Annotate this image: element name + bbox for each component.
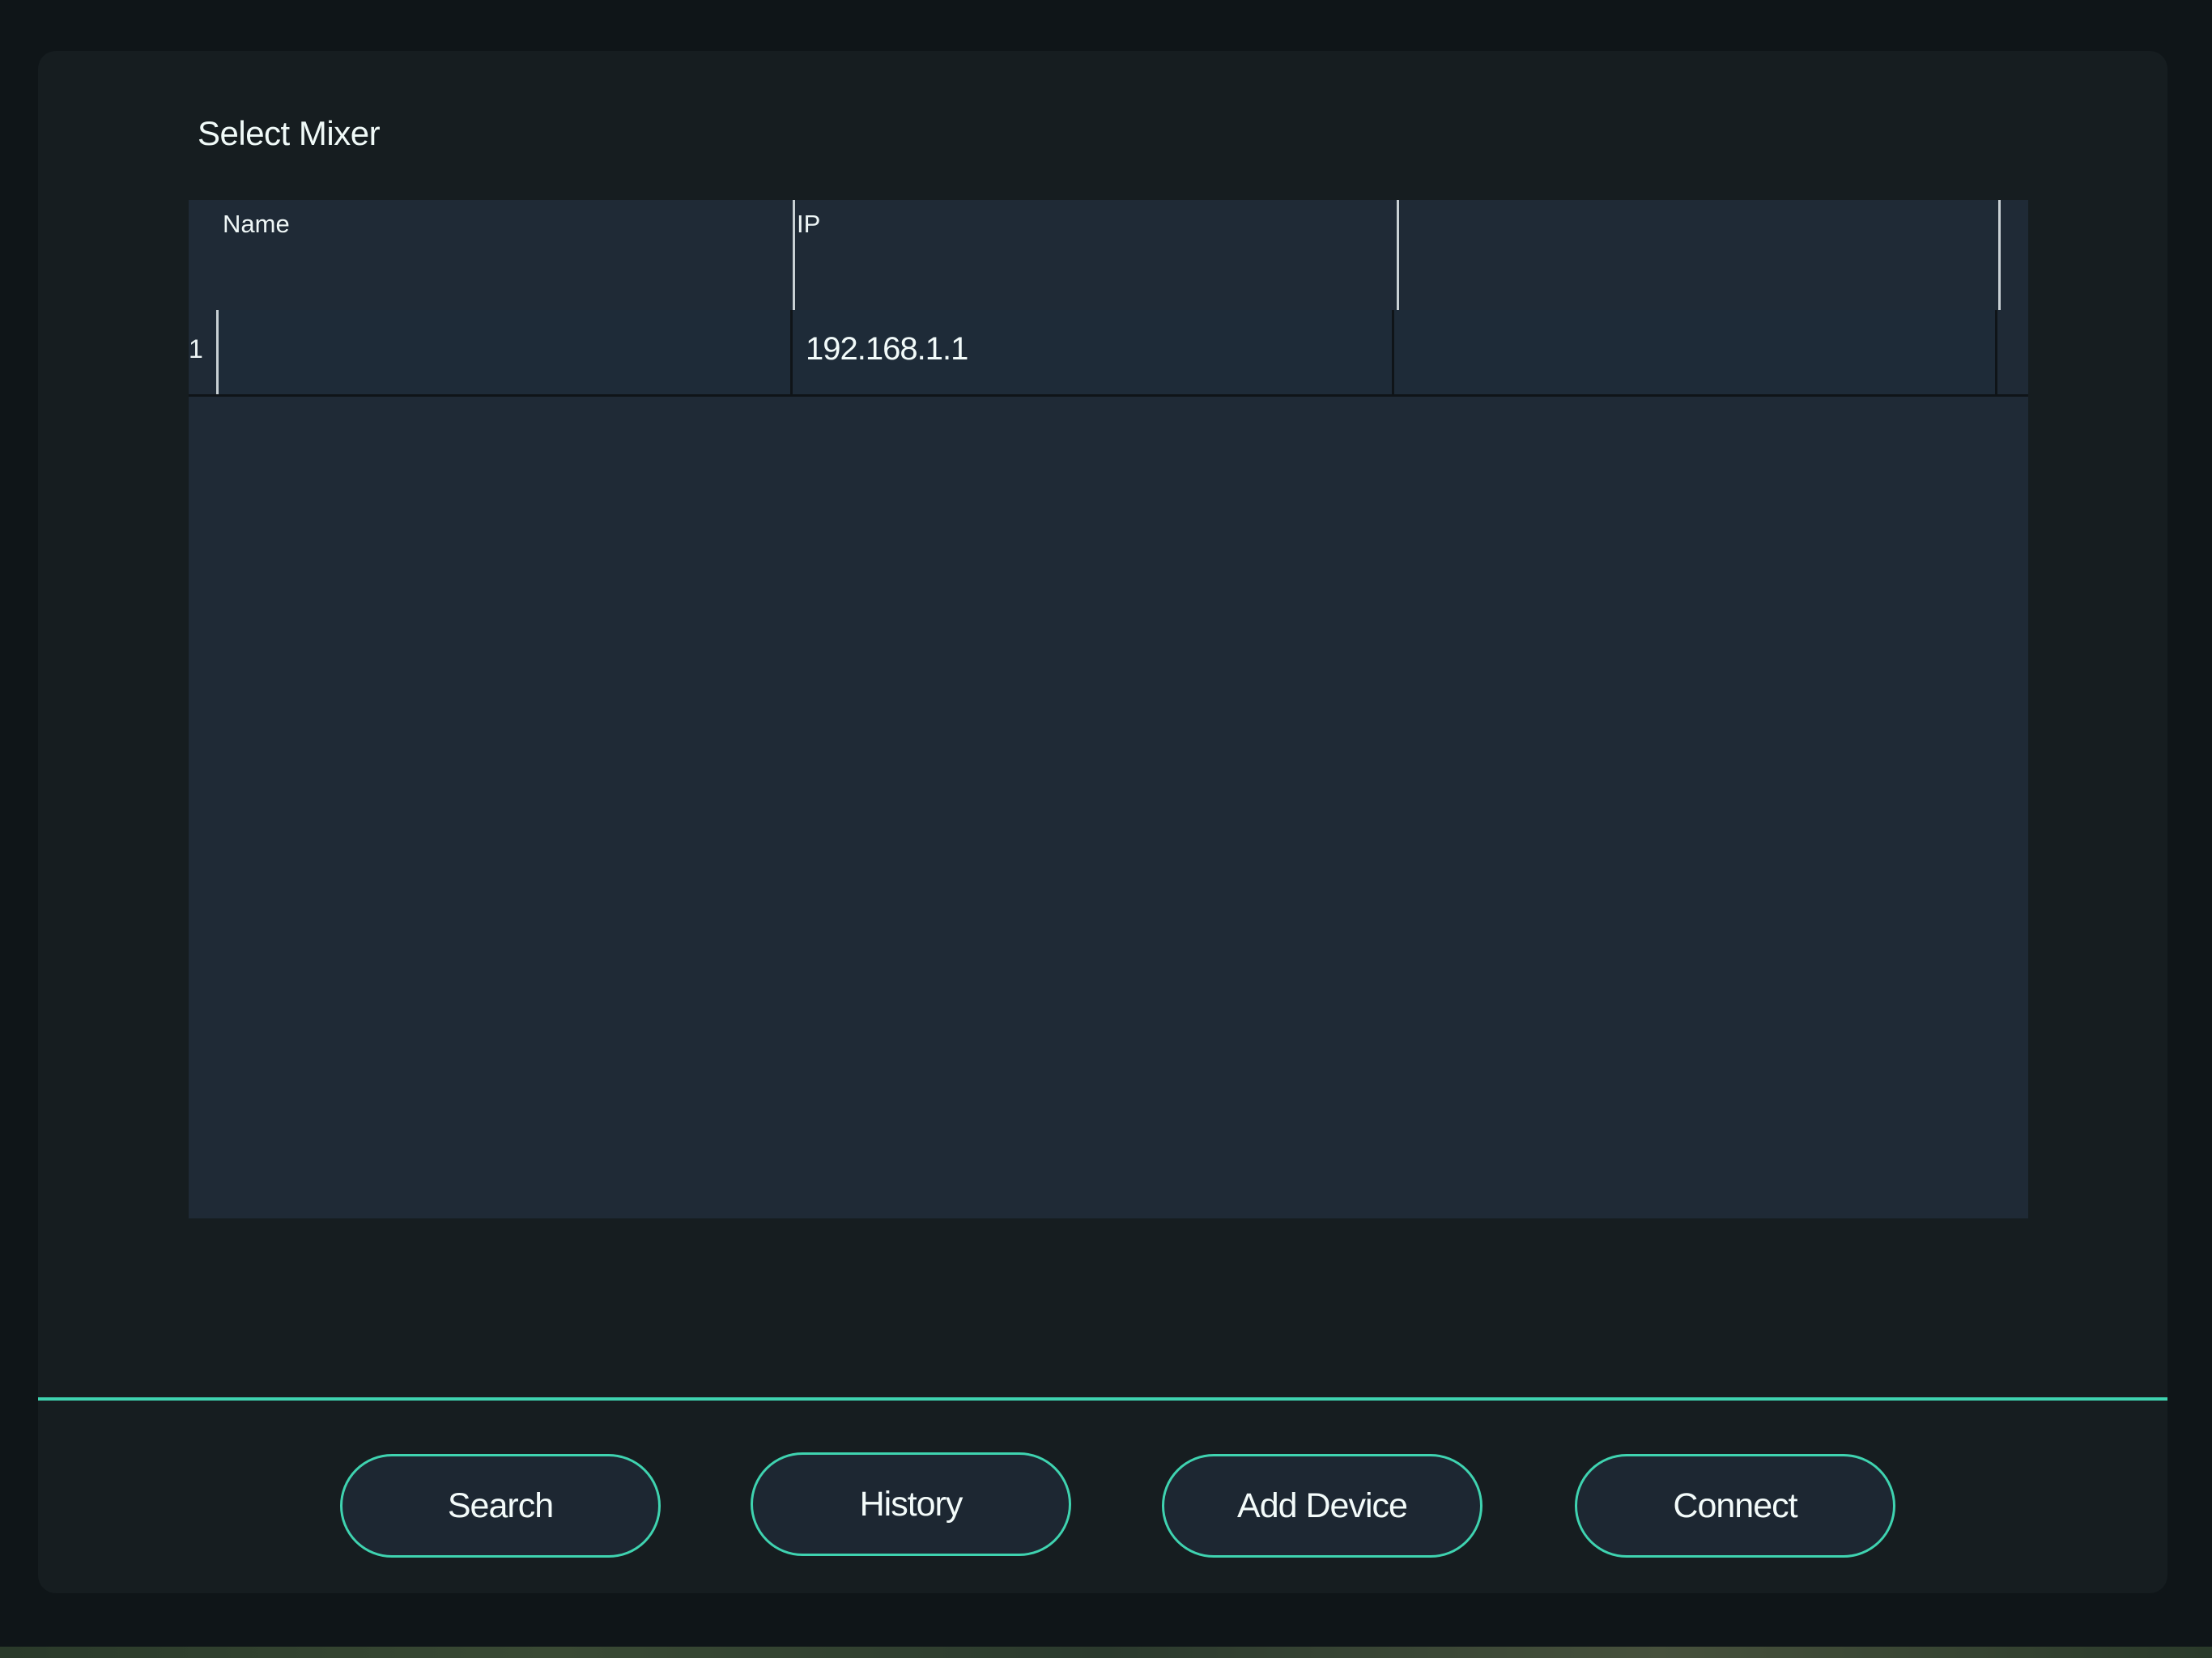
history-button[interactable]: History [751, 1452, 1071, 1556]
column-header-name[interactable]: Name [189, 200, 793, 310]
table-row[interactable]: 1 192.168.1.1 [189, 310, 2028, 397]
column-header-ip-label: IP [797, 210, 821, 238]
column-header-ip[interactable]: IP [793, 200, 1399, 310]
table-header: Name IP [189, 200, 2028, 310]
add-device-button[interactable]: Add Device [1162, 1454, 1482, 1558]
cell-extra[interactable] [1392, 310, 1997, 394]
search-button[interactable]: Search [340, 1454, 661, 1558]
cell-ip[interactable]: 192.168.1.1 [790, 310, 1394, 394]
select-mixer-dialog: Select Mixer Name IP 1 192.168.1.1 Searc… [38, 51, 2167, 1593]
column-header-extra[interactable] [1397, 200, 2001, 310]
dialog-title: Select Mixer [198, 114, 381, 152]
connect-button[interactable]: Connect [1575, 1454, 1895, 1558]
background-strip [0, 1647, 2212, 1658]
footer-divider [38, 1397, 2167, 1401]
row-index: 1 [189, 334, 203, 363]
cell-name[interactable] [216, 310, 793, 394]
column-header-name-label: Name [223, 210, 290, 238]
cell-ip-value: 192.168.1.1 [806, 331, 968, 367]
mixer-table: Name IP 1 192.168.1.1 [189, 200, 2028, 1218]
